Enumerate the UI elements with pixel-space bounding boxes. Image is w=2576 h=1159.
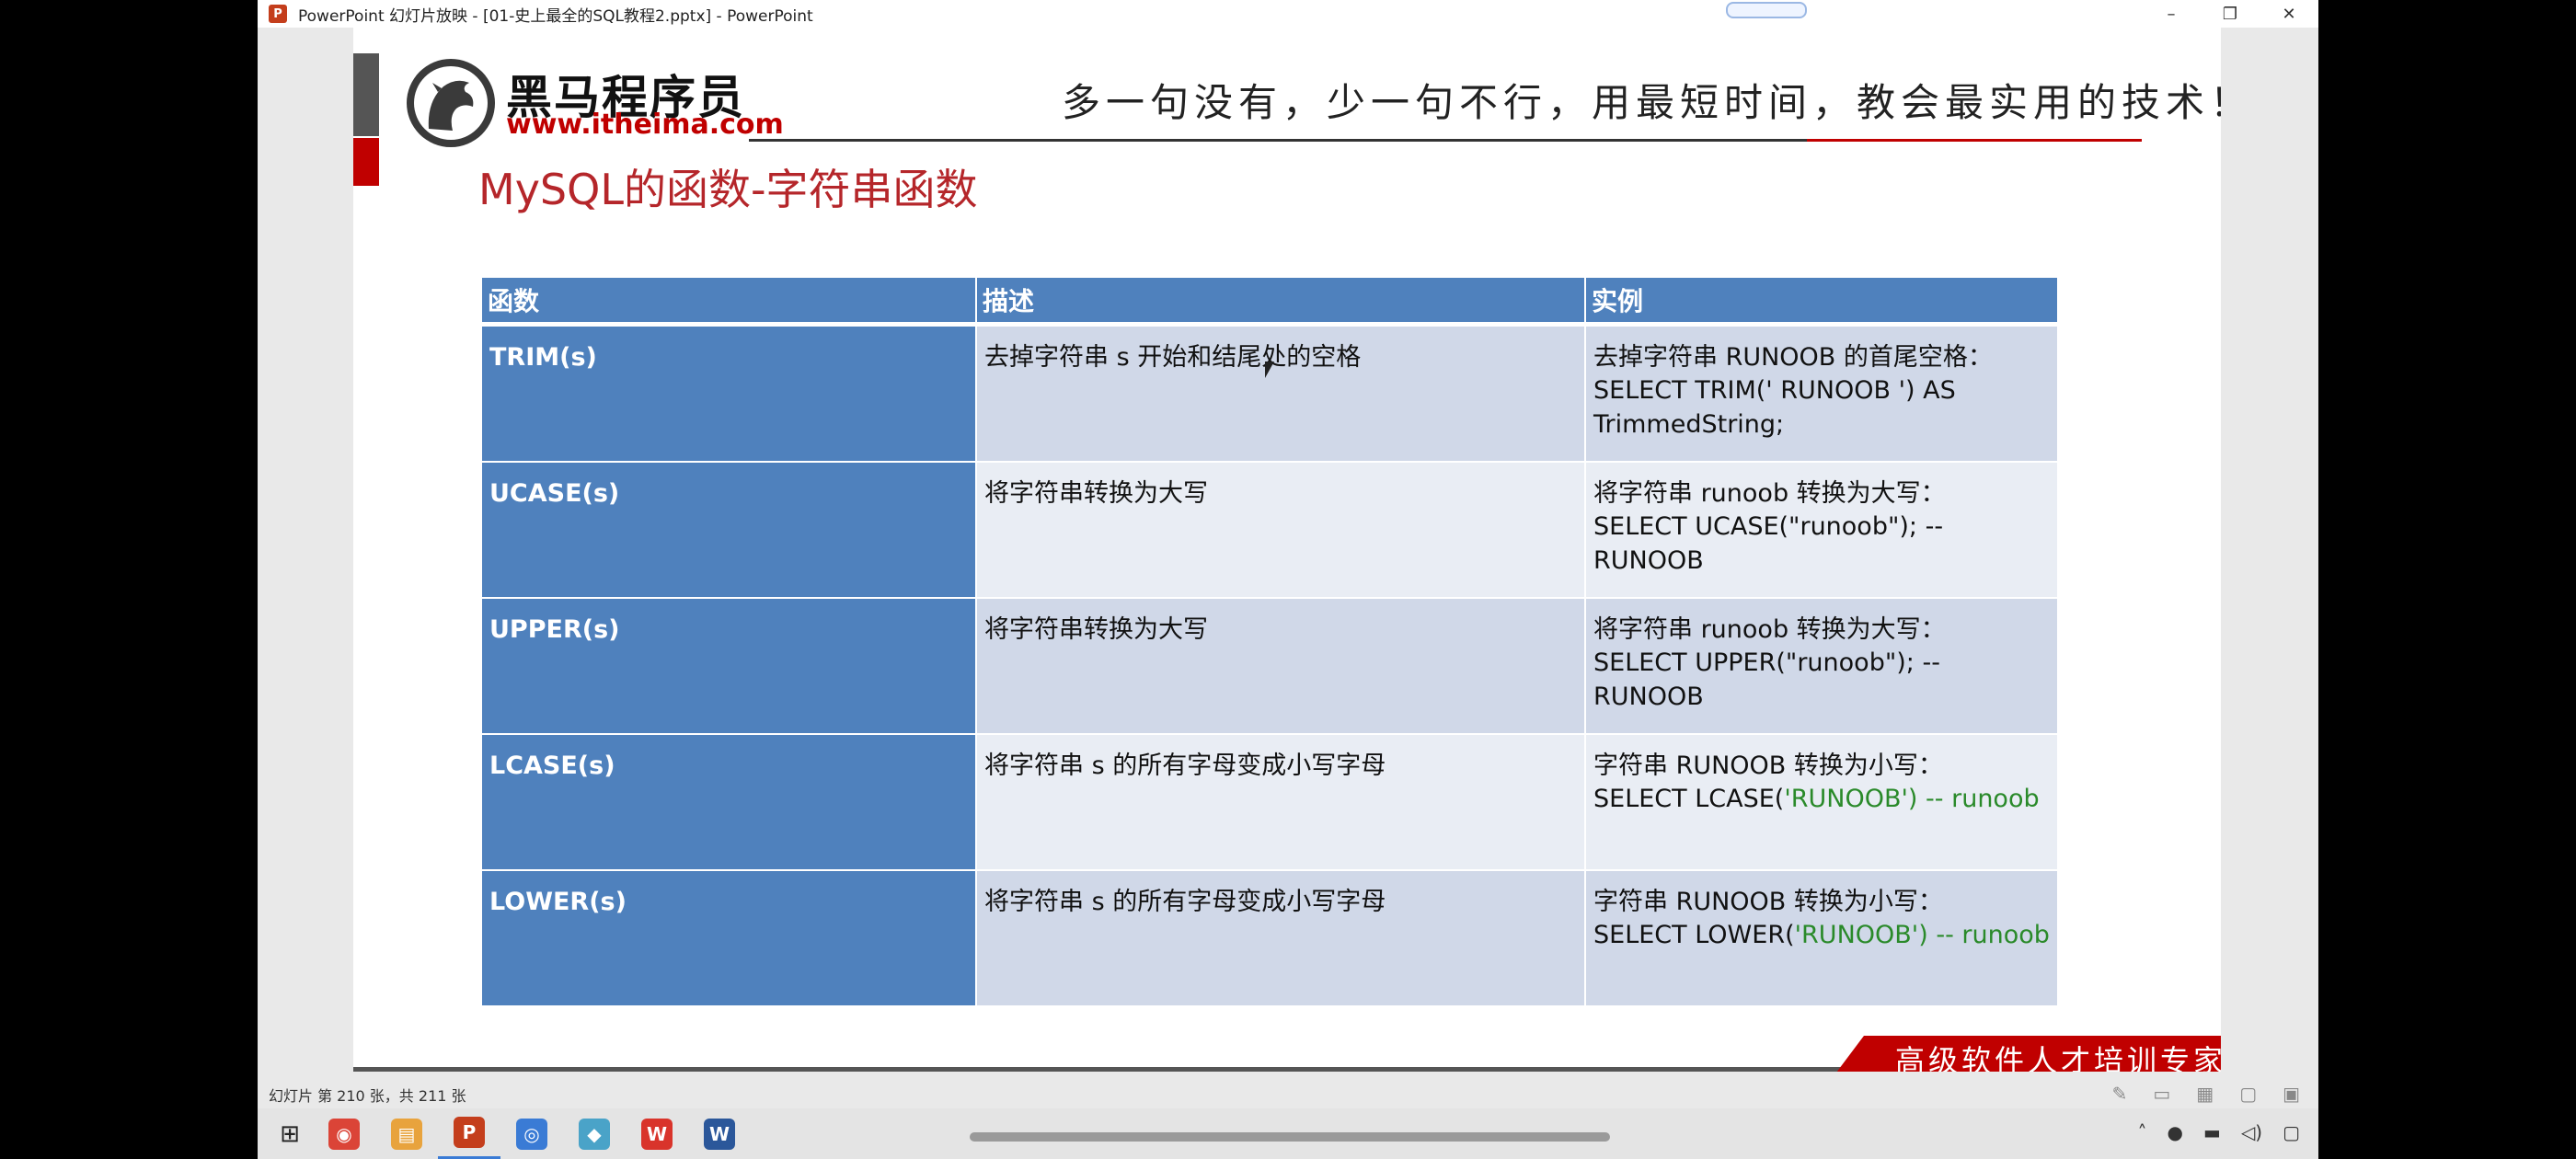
volume-icon[interactable]: ◁)	[2241, 1121, 2262, 1143]
header-decoration-gray	[353, 53, 379, 136]
function-example: 去掉字符串 RUNOOB 的首尾空格： SELECT TRIM(' RUNOOB…	[1584, 323, 2059, 463]
function-example: 字符串 RUNOOB 转换为小写： SELECT LOWER('RUNOOB')…	[1584, 869, 2059, 1007]
taskbar-app-wps[interactable]: W	[626, 1108, 688, 1159]
function-name: UPPER(s)	[480, 597, 977, 735]
table-row: UPPER(s) 将字符串转换为大写 将字符串 runoob 转换为大写： SE…	[480, 597, 2059, 735]
header-description: 描述	[975, 276, 1586, 327]
example-caption: 字符串 RUNOOB 转换为小写：	[1593, 888, 1943, 916]
word-icon: W	[704, 1118, 735, 1150]
function-example: 将字符串 runoob 转换为大写： SELECT UPPER("runoob"…	[1584, 597, 2059, 735]
table-row: LOWER(s) 将字符串 s 的所有字母变成小写字母 字符串 RUNOOB 转…	[480, 869, 2059, 1007]
slideshow-left-margin	[258, 28, 353, 1072]
slideshow-right-margin	[2221, 28, 2318, 1072]
example-caption: 去掉字符串 RUNOOB 的首尾空格：	[1593, 343, 1993, 372]
taskbar-app-powerpoint[interactable]: P	[438, 1108, 500, 1159]
header-example: 实例	[1584, 276, 2059, 327]
table-row: UCASE(s) 将字符串转换为大写 将字符串 runoob 转换为大写： SE…	[480, 461, 2059, 599]
sql-keyword: SELECT LOWER(	[1593, 921, 1795, 950]
slideshow-icon[interactable]: ▣	[2283, 1083, 2300, 1105]
microphone-icon[interactable]: ●	[2168, 1121, 2183, 1143]
window-title: PowerPoint 幻灯片放映 - [01-史上最全的SQL教程2.pptx]…	[298, 6, 813, 26]
string-functions-table: 函数 描述 实例 TRIM(s) 去掉字符串 s 开始和结尾处的空格 去掉字符串…	[480, 276, 2059, 1007]
table-row: TRIM(s) 去掉字符串 s 开始和结尾处的空格 去掉字符串 RUNOOB 的…	[480, 323, 2059, 463]
powerpoint-app-icon: P	[269, 5, 287, 23]
app-icon: ◆	[579, 1118, 610, 1150]
example-caption: 将字符串 runoob 转换为大写：	[1593, 615, 1946, 644]
example-caption: 字符串 RUNOOB 转换为小写：	[1593, 752, 1943, 780]
powerpoint-icon: P	[454, 1117, 485, 1148]
taskbar-app-5[interactable]: ◆	[563, 1108, 626, 1159]
header-rule-accent	[1807, 139, 2142, 142]
windows-start-icon[interactable]: ⊞	[267, 1111, 313, 1157]
folder-icon: ▤	[391, 1118, 422, 1150]
restore-button[interactable]: ❐	[2201, 0, 2260, 28]
function-name: LCASE(s)	[480, 733, 977, 871]
function-description: 去掉字符串 s 开始和结尾处的空格	[975, 323, 1586, 463]
function-example: 字符串 RUNOOB 转换为小写： SELECT LCASE('RUNOOB')…	[1584, 733, 2059, 871]
taskbar: ⊞ ◉ ▤ P ◎ ◆ W W ˄ ● ▬ ◁) ▢	[258, 1108, 2318, 1159]
horizontal-scrollbar[interactable]	[970, 1132, 1610, 1142]
slide[interactable]: 黑马程序员 www.itheima.com 多一句没有，少一句不行，用最短时间，…	[353, 28, 2221, 1072]
example-sql: SELECT UPPER("runoob"); -- RUNOOB	[1593, 648, 1940, 711]
notification-icon[interactable]: ▢	[2283, 1121, 2300, 1143]
function-description: 将字符串转换为大写	[975, 461, 1586, 599]
function-description: 将字符串 s 的所有字母变成小写字母	[975, 733, 1586, 871]
function-example: 将字符串 runoob 转换为大写： SELECT UCASE("runoob"…	[1584, 461, 2059, 599]
chrome-icon: ◉	[328, 1118, 360, 1150]
brand-url: www.itheima.com	[506, 109, 784, 141]
header-rule	[749, 139, 1834, 142]
sql-comment: -- runoob	[1917, 785, 2040, 814]
slide-title: MySQL的函数-字符串函数	[478, 165, 978, 214]
mouse-cursor-icon	[1265, 361, 1274, 378]
system-tray: ˄ ● ▬ ◁) ▢	[2138, 1121, 2300, 1143]
example-sql: SELECT LOWER('RUNOOB') -- runoob	[1593, 919, 2050, 952]
battery-icon[interactable]: ▬	[2203, 1121, 2221, 1143]
presenter-toolbar-handle[interactable]	[1726, 2, 1807, 18]
example-caption: 将字符串 runoob 转换为大写：	[1593, 479, 1946, 508]
taskbar-app-4[interactable]: ◎	[500, 1108, 563, 1159]
function-name: TRIM(s)	[480, 323, 977, 463]
powerpoint-window: P PowerPoint 幻灯片放映 - [01-史上最全的SQL教程2.ppt…	[258, 0, 2318, 1159]
sql-comment: -- runoob	[1927, 921, 2050, 950]
sql-keyword: SELECT LCASE(	[1593, 785, 1785, 814]
wps-icon: W	[641, 1118, 673, 1150]
minimize-button[interactable]: –	[2142, 0, 2201, 28]
example-sql: SELECT LCASE('RUNOOB') -- runoob	[1593, 783, 2050, 816]
slogan: 多一句没有，少一句不行，用最短时间，教会最实用的技术！	[1062, 80, 2221, 125]
taskbar-app-file-explorer[interactable]: ▤	[375, 1108, 438, 1159]
table-row: LCASE(s) 将字符串 s 的所有字母变成小写字母 字符串 RUNOOB 转…	[480, 733, 2059, 871]
sql-string: 'RUNOOB')	[1794, 921, 1928, 950]
footer-tagline: 高级软件人才培训专家	[1895, 1043, 2221, 1072]
notes-icon[interactable]: ✎	[2112, 1083, 2128, 1105]
function-name: LOWER(s)	[480, 869, 977, 1007]
function-name: UCASE(s)	[480, 461, 977, 599]
table-header-row: 函数 描述 实例	[480, 276, 2059, 327]
function-description: 将字符串 s 的所有字母变成小写字母	[975, 869, 1586, 1007]
slide-counter: 幻灯片 第 210 张，共 211 张	[269, 1087, 466, 1105]
chevron-up-icon[interactable]: ˄	[2138, 1121, 2147, 1143]
taskbar-app-word[interactable]: W	[688, 1108, 751, 1159]
slide-sorter-icon[interactable]: ▦	[2196, 1083, 2214, 1105]
close-button[interactable]: ✕	[2260, 0, 2318, 28]
sql-string: 'RUNOOB')	[1784, 785, 1918, 814]
horse-logo-icon	[407, 59, 495, 147]
function-description: 将字符串转换为大写	[975, 597, 1586, 735]
header-decoration-red	[353, 138, 379, 186]
example-sql: SELECT TRIM(' RUNOOB ') AS TrimmedString…	[1593, 376, 1956, 439]
title-bar: P PowerPoint 幻灯片放映 - [01-史上最全的SQL教程2.ppt…	[258, 0, 2318, 29]
normal-view-icon[interactable]: ▭	[2153, 1083, 2170, 1105]
taskbar-app-chrome[interactable]: ◉	[313, 1108, 375, 1159]
app-icon: ◎	[516, 1118, 547, 1150]
header-function: 函数	[480, 276, 977, 327]
reading-view-icon[interactable]: ▢	[2239, 1083, 2257, 1105]
example-sql: SELECT UCASE("runoob"); -- RUNOOB	[1593, 512, 1944, 575]
